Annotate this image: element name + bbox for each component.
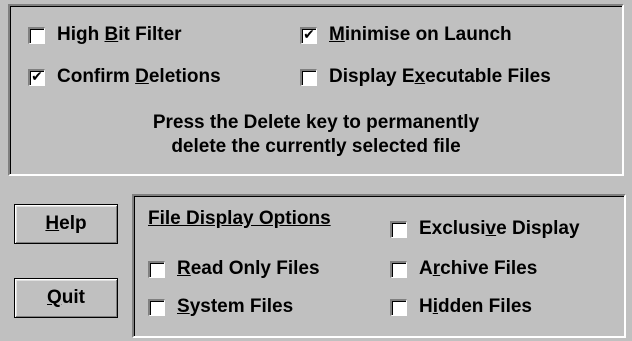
confirm-deletions-label: Confirm Deletions: [57, 66, 221, 87]
checkmark-icon: ✔: [303, 26, 315, 43]
read-only-files-box[interactable]: [148, 260, 165, 278]
archive-files-checkbox[interactable]: Archive Files: [390, 258, 537, 280]
delete-hint-line-1: Press the Delete key to permanently: [152, 112, 480, 133]
system-files-box[interactable]: [148, 298, 165, 316]
read-only-files-checkbox[interactable]: Read Only Files: [148, 258, 320, 280]
help-button[interactable]: Help: [14, 204, 118, 244]
file-display-options-title: File Display Options: [148, 208, 331, 229]
display-executable-files-box[interactable]: [300, 68, 317, 86]
exclusive-display-label: Exclusive Display: [419, 218, 580, 239]
display-executable-files-label: Display Executable Files: [329, 66, 551, 87]
high-bit-filter-label: High Bit Filter: [57, 24, 182, 45]
high-bit-filter-box[interactable]: [28, 26, 45, 44]
hidden-files-checkbox[interactable]: Hidden Files: [390, 296, 532, 318]
display-executable-files-checkbox[interactable]: Display Executable Files: [300, 66, 551, 88]
top-options-panel: High Bit Filter ✔ Minimise on Launch ✔ C…: [8, 4, 624, 176]
file-display-options-panel: File Display Options Exclusive Display R…: [132, 194, 626, 338]
high-bit-filter-checkbox[interactable]: High Bit Filter: [28, 24, 182, 46]
read-only-files-label: Read Only Files: [177, 258, 320, 279]
minimise-on-launch-checkbox[interactable]: ✔ Minimise on Launch: [300, 24, 512, 46]
quit-button-label: Quit: [47, 287, 85, 308]
hidden-files-box[interactable]: [390, 298, 407, 316]
system-files-label: System Files: [177, 296, 294, 317]
confirm-deletions-checkbox[interactable]: ✔ Confirm Deletions: [28, 66, 221, 88]
minimise-on-launch-box[interactable]: ✔: [300, 26, 317, 44]
archive-files-box[interactable]: [390, 260, 407, 278]
minimise-on-launch-label: Minimise on Launch: [329, 24, 512, 45]
hidden-files-label: Hidden Files: [419, 296, 532, 317]
exclusive-display-box[interactable]: [390, 220, 407, 238]
exclusive-display-checkbox[interactable]: Exclusive Display: [390, 218, 580, 240]
quit-button[interactable]: Quit: [14, 278, 118, 318]
archive-files-label: Archive Files: [419, 258, 538, 279]
help-button-label: Help: [45, 213, 87, 234]
confirm-deletions-box[interactable]: ✔: [28, 68, 45, 86]
delete-hint-line-2: delete the currently selected file: [171, 136, 461, 157]
system-files-checkbox[interactable]: System Files: [148, 296, 293, 318]
checkmark-icon: ✔: [31, 68, 43, 85]
